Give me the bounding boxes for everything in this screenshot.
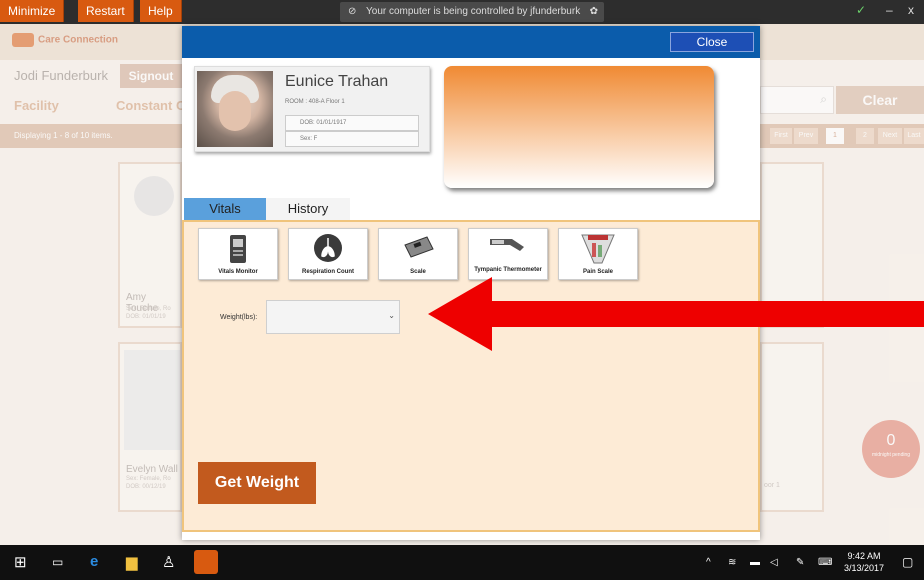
check-icon[interactable]: ✓ (856, 3, 866, 17)
patient-photo (197, 71, 273, 147)
windows-start-icon[interactable]: ⊞ (14, 553, 27, 571)
remote-control-bar: Minimize Restart Help ⊘ Your computer is… (0, 0, 924, 24)
weight-select[interactable]: ⌄ (266, 300, 400, 334)
respiration-count-button[interactable]: Respiration Count (288, 228, 368, 280)
help-button[interactable]: Help (140, 0, 182, 22)
pending-label: midnight pending (871, 452, 911, 458)
pager-page-2[interactable]: 2 (856, 128, 874, 144)
tab-history[interactable]: History (266, 198, 350, 220)
pain-scale-label: Pain Scale (582, 269, 614, 275)
resident-info: Sex: Female, Ro (126, 306, 171, 312)
constant-label: Constant C (116, 98, 186, 113)
vitals-monitor-label: Vitals Monitor (218, 269, 258, 275)
resident-name: Evelyn Wall (126, 464, 178, 475)
weight-label: Weight(lbs): (220, 314, 258, 321)
pain-scale-button[interactable]: Pain Scale (558, 228, 638, 280)
facility-label: Facility (14, 98, 59, 113)
patient-sex: Sex: F (285, 131, 419, 147)
resident-info: oor 1 (764, 482, 780, 489)
scale-button[interactable]: Scale (378, 228, 458, 280)
keyboard-icon[interactable]: ⌨ (818, 557, 832, 568)
clear-button[interactable]: Clear (836, 86, 924, 114)
user-icon[interactable]: ♙ (162, 553, 175, 571)
resident-dob: DOB: 01/01/19 (126, 314, 166, 320)
battery-icon[interactable]: ▬ (750, 557, 760, 568)
edge-browser-icon[interactable]: e (90, 553, 98, 570)
close-button[interactable]: Close (670, 32, 754, 52)
window-minimize-icon[interactable]: – (886, 3, 893, 17)
pager-prev[interactable]: Prev (794, 128, 818, 144)
task-view-icon[interactable]: ▭ (52, 555, 63, 569)
avatar (134, 176, 174, 216)
scale-label: Scale (410, 269, 426, 275)
thermometer-label: Tympanic Thermometer (474, 267, 542, 273)
minimize-button[interactable]: Minimize (0, 0, 65, 22)
vitals-panel: Vitals Monitor Respiration Count Scale T… (182, 220, 760, 532)
scale-icon (404, 236, 434, 258)
volume-icon[interactable]: ◁ (770, 557, 778, 568)
file-explorer-icon[interactable]: ▆ (126, 553, 138, 571)
tray-chevron-icon[interactable]: ^ (706, 557, 711, 568)
chevron-down-icon: ⌄ (388, 311, 395, 320)
pager-next[interactable]: Next (878, 128, 902, 144)
pager-last[interactable]: Last (904, 128, 924, 144)
pager-page-1[interactable]: 1 (826, 128, 844, 144)
gear-icon[interactable]: ✿ (590, 2, 598, 22)
patient-name: Eunice Trahan (285, 73, 389, 90)
search-input[interactable]: ⌕ (760, 86, 834, 114)
resident-card[interactable]: oor 1 (760, 342, 824, 512)
signout-button[interactable]: Signout (120, 64, 182, 88)
respiration-count-label: Respiration Count (302, 269, 354, 275)
thermometer-icon (490, 239, 524, 251)
get-weight-button[interactable]: Get Weight (198, 462, 316, 504)
red-arrow-annotation (428, 277, 924, 351)
search-icon[interactable]: ⌕ (820, 92, 827, 107)
patient-dob: DOB: 01/01/1917 (285, 115, 419, 131)
resident-card[interactable]: Amy Touche Sex: Female, Ro DOB: 01/01/19 (118, 162, 182, 328)
clock-time: 9:42 AM (847, 551, 881, 561)
vitals-monitor-button[interactable]: Vitals Monitor (198, 228, 278, 280)
resident-dob: DOB: 00/12/19 (126, 484, 166, 490)
patient-room: ROOM : 408-A Floor 1 (285, 99, 345, 105)
wifi-icon[interactable]: ≋ (728, 557, 736, 568)
care-connection-app-icon[interactable] (194, 550, 218, 574)
resident-card[interactable]: Evelyn Wall Sex: Female, Ro DOB: 00/12/1… (118, 342, 182, 512)
resident-info: Sex: Female, Ro (126, 476, 171, 482)
vitals-summary-card (444, 66, 714, 188)
system-clock[interactable]: 9:42 AM 3/13/2017 (844, 550, 884, 574)
tab-vitals[interactable]: Vitals (184, 198, 266, 220)
windows-taskbar: ⊞ ▭ e ▆ ♙ ^ ≋ ▬ ◁ ✎ ⌨ 9:42 AM 3/13/2017 … (0, 545, 924, 580)
avatar (124, 350, 180, 450)
patient-card: Eunice Trahan ROOM : 408-A Floor 1 DOB: … (194, 66, 430, 152)
pending-count: 0 (886, 432, 896, 449)
notifications-icon[interactable]: ▢ (902, 555, 913, 569)
tympanic-thermometer-button[interactable]: Tympanic Thermometer (468, 228, 548, 280)
pager-first[interactable]: First (770, 128, 792, 144)
user-name: Jodi Funderburk (14, 68, 108, 83)
modal-header: Close (182, 26, 760, 58)
restart-button[interactable]: Restart (78, 0, 134, 22)
lungs-icon (314, 234, 342, 262)
pending-counter[interactable]: 0 midnight pending (862, 420, 920, 478)
window-close-icon[interactable]: x (908, 3, 914, 17)
notice-text: Your computer is being controlled by jfu… (366, 6, 581, 17)
app-logo: Care Connection (12, 33, 118, 47)
remote-icon: ⊘ (348, 6, 357, 17)
remote-control-notice: ⊘ Your computer is being controlled by j… (340, 2, 604, 22)
clock-date: 3/13/2017 (844, 563, 885, 573)
pain-scale-icon (581, 234, 615, 264)
pen-icon[interactable]: ✎ (796, 557, 804, 568)
vitals-monitor-icon (230, 235, 246, 263)
